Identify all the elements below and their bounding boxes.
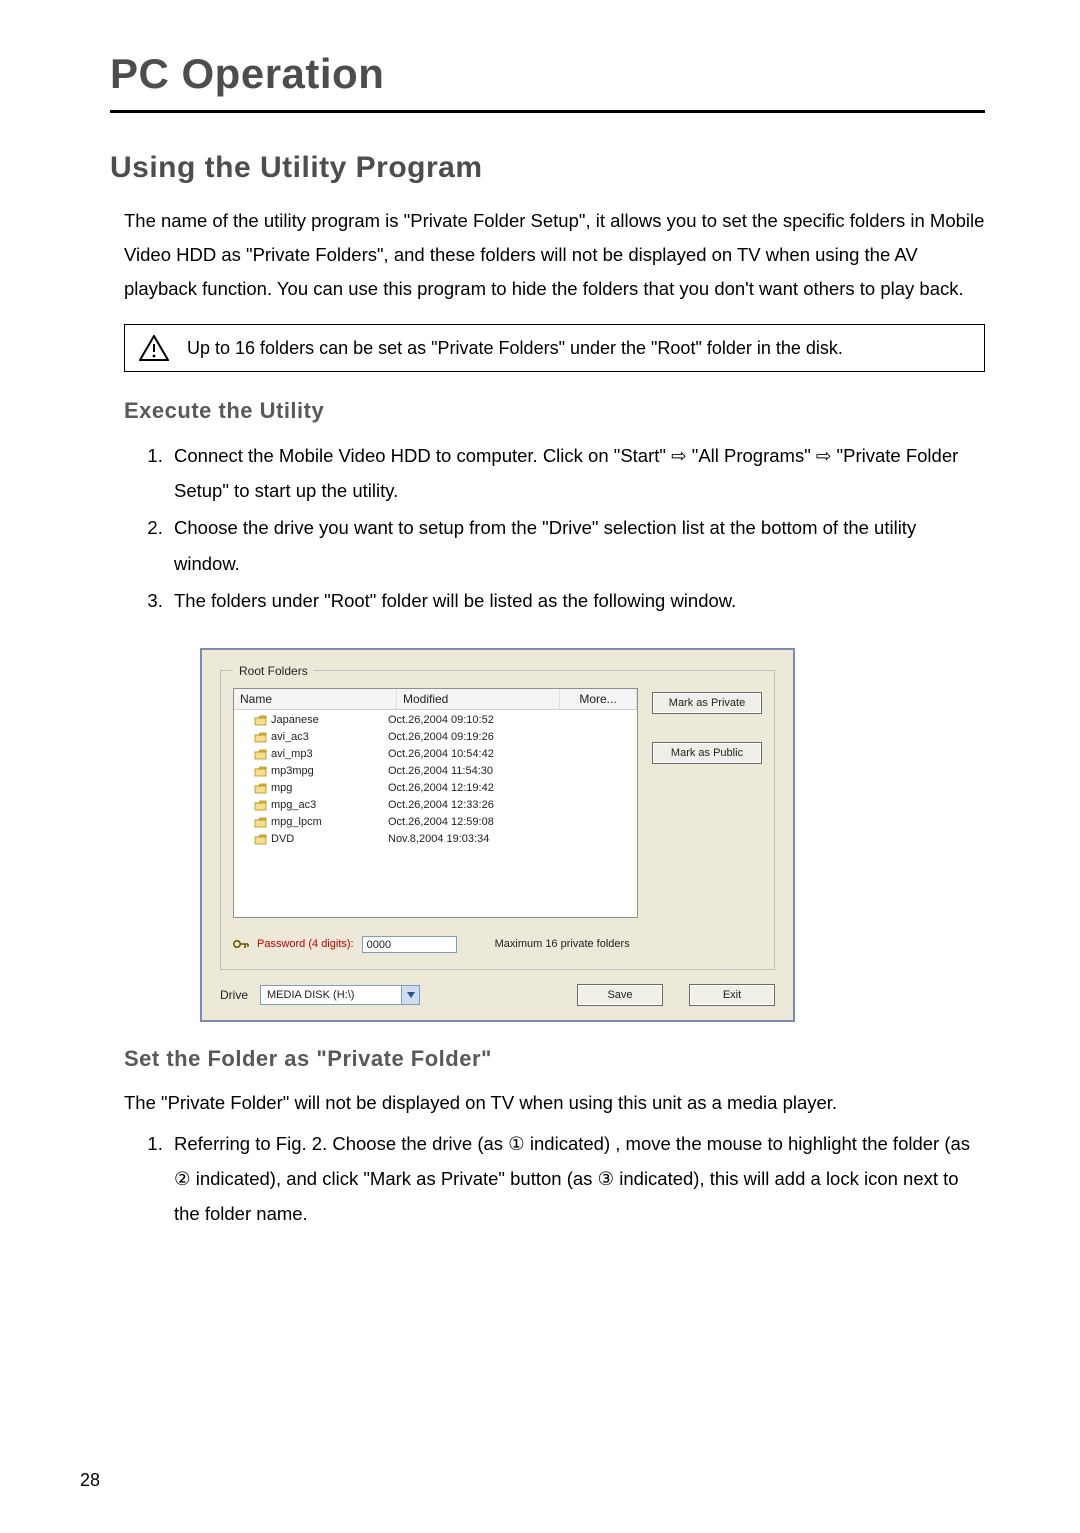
folder-name: mp3mpg — [271, 763, 314, 780]
folder-modified: Oct.26,2004 10:54:42 — [388, 746, 558, 763]
execute-steps: Connect the Mobile Video HDD to computer… — [110, 438, 985, 618]
folder-icon — [254, 715, 267, 726]
folder-name: Japanese — [271, 712, 319, 729]
execute-heading: Execute the Utility — [124, 398, 985, 424]
key-icon — [233, 938, 249, 950]
warning-icon — [139, 335, 169, 361]
section-title: Using the Utility Program — [110, 151, 985, 185]
page-number: 28 — [80, 1470, 100, 1491]
set-private-steps: Referring to Fig. 2. Choose the drive (a… — [110, 1126, 985, 1231]
folder-modified: Oct.26,2004 09:10:52 — [388, 712, 558, 729]
page-title: PC Operation — [110, 50, 985, 98]
title-divider — [110, 110, 985, 113]
folder-name: DVD — [271, 831, 294, 848]
max-folders-label: Maximum 16 private folders — [495, 938, 630, 950]
drive-label: Drive — [220, 988, 248, 1002]
folder-name: mpg_ac3 — [271, 797, 316, 814]
execute-step-1: Connect the Mobile Video HDD to computer… — [168, 438, 985, 508]
chevron-down-icon[interactable] — [401, 985, 419, 1005]
table-row[interactable]: DVD Nov.8,2004 19:03:34 — [234, 831, 637, 848]
column-name[interactable]: Name — [234, 689, 397, 709]
table-row[interactable]: mpg_lpcm Oct.26,2004 12:59:08 — [234, 814, 637, 831]
table-row[interactable]: mpg Oct.26,2004 12:19:42 — [234, 780, 637, 797]
execute-step-3: The folders under "Root" folder will be … — [168, 583, 985, 618]
folder-icon — [254, 834, 267, 845]
folder-name: avi_mp3 — [271, 746, 313, 763]
root-folders-group: Root Folders Name Modified More... Japan… — [220, 664, 775, 970]
set-private-step-1: Referring to Fig. 2. Choose the drive (a… — [168, 1126, 985, 1231]
utility-window: Root Folders Name Modified More... Japan… — [200, 648, 795, 1022]
table-row[interactable]: avi_mp3 Oct.26,2004 10:54:42 — [234, 746, 637, 763]
drive-select[interactable]: MEDIA DISK (H:\) — [260, 985, 420, 1005]
folder-modified: Oct.26,2004 12:33:26 — [388, 797, 558, 814]
folder-list[interactable]: Name Modified More... Japanese Oct.26,200… — [233, 688, 638, 918]
table-row[interactable]: mpg_ac3 Oct.26,2004 12:33:26 — [234, 797, 637, 814]
table-row[interactable]: mp3mpg Oct.26,2004 11:54:30 — [234, 763, 637, 780]
column-more[interactable]: More... — [560, 689, 637, 709]
table-row[interactable]: avi_ac3 Oct.26,2004 09:19:26 — [234, 729, 637, 746]
intro-paragraph: The name of the utility program is "Priv… — [124, 204, 985, 307]
column-modified[interactable]: Modified — [397, 689, 560, 709]
folder-modified: Oct.26,2004 12:59:08 — [388, 814, 558, 831]
folder-name: avi_ac3 — [271, 729, 309, 746]
execute-step-2: Choose the drive you want to setup from … — [168, 510, 985, 580]
notice-text: Up to 16 folders can be set as "Private … — [187, 338, 843, 359]
save-button[interactable]: Save — [577, 984, 663, 1006]
mark-private-button[interactable]: Mark as Private — [652, 692, 762, 714]
folder-icon — [254, 766, 267, 777]
drive-value: MEDIA DISK (H:\) — [267, 989, 354, 1001]
folder-name: mpg_lpcm — [271, 814, 322, 831]
table-row[interactable]: Japanese Oct.26,2004 09:10:52 — [234, 712, 637, 729]
folder-modified: Oct.26,2004 09:19:26 — [388, 729, 558, 746]
mark-public-button[interactable]: Mark as Public — [652, 742, 762, 764]
exit-button[interactable]: Exit — [689, 984, 775, 1006]
folder-icon — [254, 800, 267, 811]
folder-icon — [254, 783, 267, 794]
folder-name: mpg — [271, 780, 292, 797]
password-label: Password (4 digits): — [257, 938, 354, 950]
folder-modified: Oct.26,2004 12:19:42 — [388, 780, 558, 797]
set-private-paragraph: The "Private Folder" will not be display… — [124, 1086, 985, 1120]
notice-box: Up to 16 folders can be set as "Private … — [124, 324, 985, 372]
root-folders-legend: Root Folders — [233, 664, 314, 678]
folder-icon — [254, 732, 267, 743]
folder-icon — [254, 749, 267, 760]
folder-icon — [254, 817, 267, 828]
folder-modified: Oct.26,2004 11:54:30 — [388, 763, 558, 780]
set-private-heading: Set the Folder as "Private Folder" — [124, 1046, 985, 1072]
folder-modified: Nov.8,2004 19:03:34 — [388, 831, 558, 848]
password-input[interactable]: 0000 — [362, 936, 457, 953]
